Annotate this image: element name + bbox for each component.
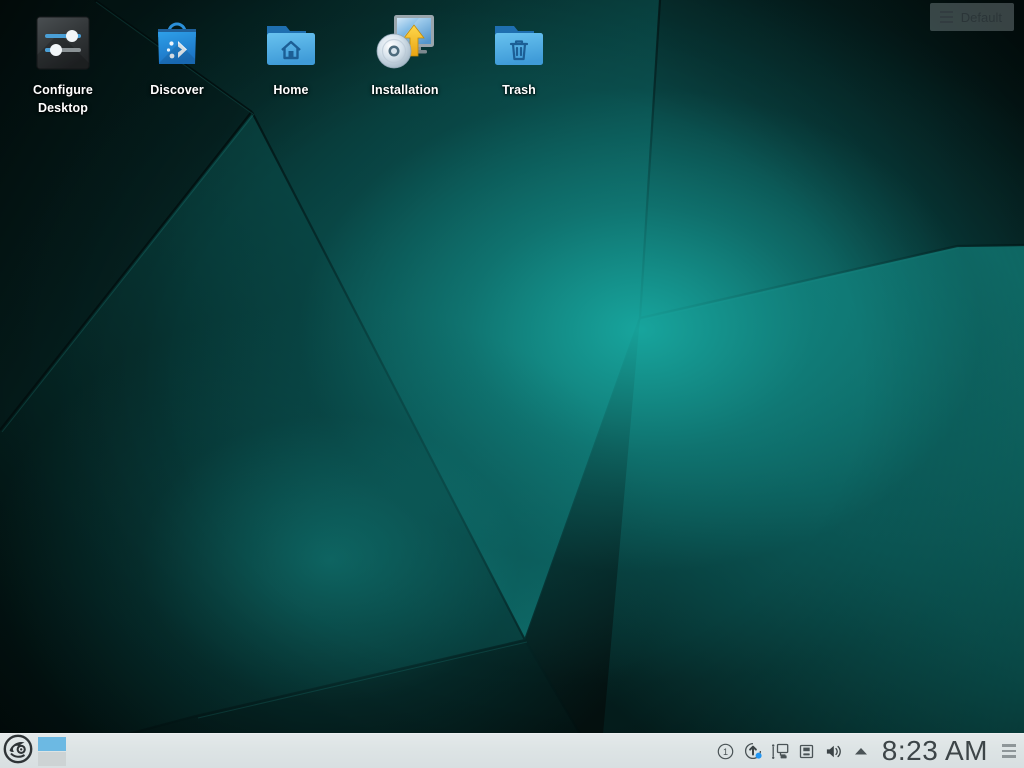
- activity-switcher-default[interactable]: Default: [930, 3, 1014, 31]
- settings-sliders-icon: [32, 12, 94, 74]
- svg-text:1: 1: [723, 747, 728, 757]
- folder-trash-icon: [488, 12, 550, 74]
- desktop-icon-grid: ConfigureDesktop: [6, 6, 576, 117]
- application-launcher-button[interactable]: [1, 734, 35, 768]
- desktop-icon-installation[interactable]: Installation: [348, 6, 462, 99]
- clock-time: 8:23 AM: [882, 735, 988, 766]
- desktop-icon-label: Home: [273, 81, 308, 99]
- hamburger-icon: [940, 11, 953, 23]
- folder-home-icon: [260, 12, 322, 74]
- desktop-icon-trash[interactable]: Trash: [462, 6, 576, 99]
- install-cd-monitor-icon: [374, 12, 436, 74]
- desktop-icon-home[interactable]: Home: [234, 6, 348, 99]
- system-tray: 1: [717, 742, 874, 760]
- taskbar-panel[interactable]: 1: [0, 733, 1024, 768]
- shopping-bag-plasma-icon: [146, 12, 208, 74]
- pager-cell-desktop-1[interactable]: [38, 737, 66, 751]
- digital-clock[interactable]: 8:23 AM: [874, 734, 998, 768]
- volume-speaker-icon[interactable]: [825, 742, 843, 760]
- notifications-badge-icon[interactable]: 1: [717, 742, 735, 760]
- desktop-icon-label: Trash: [502, 81, 536, 99]
- panel-settings-hamburger-icon[interactable]: [998, 734, 1020, 768]
- desktop-icon-label: Discover: [150, 81, 204, 99]
- desktop[interactable]: ConfigureDesktop: [0, 0, 1024, 768]
- network-wired-icon[interactable]: [771, 742, 789, 760]
- pager-cell-desktop-2[interactable]: [38, 752, 66, 766]
- software-update-icon[interactable]: [744, 742, 762, 760]
- desktop-icon-label: ConfigureDesktop: [33, 81, 93, 117]
- opensuse-chameleon-icon: [3, 734, 33, 768]
- removable-device-icon[interactable]: [798, 742, 816, 760]
- virtual-desktop-pager[interactable]: [38, 737, 66, 766]
- task-manager-area[interactable]: [66, 734, 717, 768]
- activity-label: Default: [961, 10, 1002, 25]
- desktop-icon-label: Installation: [371, 81, 438, 99]
- chevron-up-icon[interactable]: [852, 742, 870, 760]
- desktop-icon-discover[interactable]: Discover: [120, 6, 234, 99]
- desktop-icon-configure-desktop[interactable]: ConfigureDesktop: [6, 6, 120, 117]
